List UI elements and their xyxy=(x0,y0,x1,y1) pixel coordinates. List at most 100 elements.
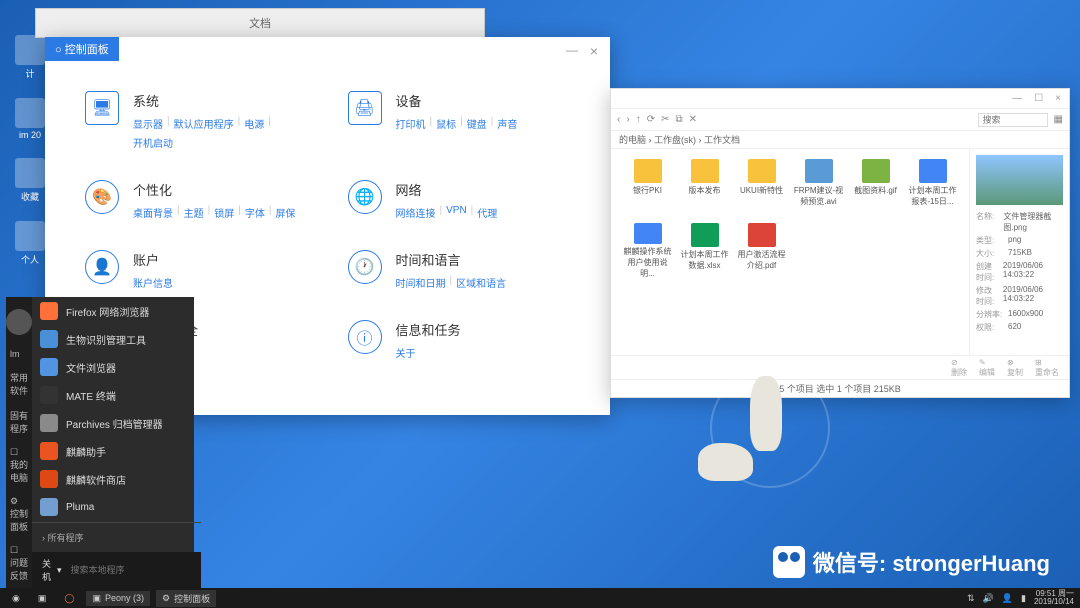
sidebar-item-feedback[interactable]: ☐ 问题反馈 xyxy=(6,539,32,588)
app-icon xyxy=(40,302,58,320)
file-item[interactable]: 银行PKI xyxy=(621,159,674,215)
category-link[interactable]: 显示器 xyxy=(133,116,163,131)
sidebar-item-control[interactable]: ⚙ 控制面板 xyxy=(6,490,32,539)
control-panel-title: ○ 控制面板 xyxy=(45,37,119,61)
start-button[interactable]: ◉ xyxy=(6,591,26,606)
category-1: 🖨设备打印机|鼠标|键盘|声音 xyxy=(348,91,571,150)
category-title: 信息和任务 xyxy=(396,320,461,339)
all-programs[interactable]: › 所有程序 xyxy=(32,522,201,552)
taskbar-app-peony[interactable]: ▣ Peony (3) xyxy=(86,591,150,606)
start-app[interactable]: Parchives 归档管理器 xyxy=(32,409,201,437)
tool-copy[interactable]: ⊗复制 xyxy=(1007,358,1023,378)
file-item[interactable]: 版本发布 xyxy=(678,159,731,215)
tray-volume-icon[interactable]: 🔊 xyxy=(983,593,994,604)
file-item[interactable]: 截图资料.gif xyxy=(849,159,902,215)
category-link[interactable]: 账户信息 xyxy=(133,275,173,290)
start-app[interactable]: 文件浏览器 xyxy=(32,353,201,381)
desktop-icon[interactable]: 计 xyxy=(15,35,45,80)
taskbar-files-icon[interactable]: ▣ xyxy=(32,591,53,606)
tool-rename[interactable]: ⊞重命名 xyxy=(1035,358,1059,378)
delete-icon[interactable]: ✕ xyxy=(689,114,697,125)
start-app[interactable]: Firefox 网络浏览器 xyxy=(32,297,201,325)
desktop-icon[interactable]: 个人 xyxy=(15,221,45,266)
tray-network-icon[interactable]: ⇅ xyxy=(967,593,975,604)
preview-pane: 名称:文件管理器截图.png 类型:png 大小:715KB 创建时间:2019… xyxy=(969,149,1069,355)
category-link[interactable]: 打印机 xyxy=(396,116,426,131)
app-icon xyxy=(40,386,58,404)
category-link[interactable]: 区域和语言 xyxy=(456,275,506,290)
documents-window-titlebar: 文档 xyxy=(35,8,485,38)
category-link[interactable]: 开机启动 xyxy=(133,135,173,150)
category-title: 设备 xyxy=(396,91,518,110)
forward-icon[interactable]: › xyxy=(626,114,629,125)
start-app[interactable]: MATE 终端 xyxy=(32,381,201,409)
category-link[interactable]: 电源 xyxy=(244,116,264,131)
category-link[interactable]: 桌面背景 xyxy=(133,205,173,220)
category-4: 👤账户账户信息 xyxy=(85,250,308,290)
sidebar-item-computer[interactable]: ☐ 我的电脑 xyxy=(6,441,32,490)
view-icon[interactable]: ▦ xyxy=(1054,114,1063,125)
category-link[interactable]: VPN xyxy=(446,205,467,220)
start-app[interactable]: 麒麟软件商店 xyxy=(32,465,201,493)
desktop-icons: 计 im 20 收藏 个人 xyxy=(15,35,45,266)
file-item[interactable]: 计划本周工作报表-15日... xyxy=(906,159,959,215)
tray-battery-icon[interactable]: ▮ xyxy=(1021,593,1026,604)
power-chevron-icon[interactable]: ▾ xyxy=(57,565,62,576)
start-app[interactable]: 生物识别管理工具 xyxy=(32,325,201,353)
sidebar-item-fixed[interactable]: 固有程序 xyxy=(6,403,32,441)
category-title: 系统 xyxy=(133,91,308,110)
back-icon[interactable]: ‹ xyxy=(617,114,620,125)
category-link[interactable]: 声音 xyxy=(497,116,517,131)
taskbar-clock[interactable]: 09:51 周一 2019/10/14 xyxy=(1034,590,1074,606)
copy-icon[interactable]: ⧉ xyxy=(675,114,682,125)
minimize-button[interactable]: — xyxy=(566,43,578,57)
category-link[interactable]: 鼠标 xyxy=(436,116,456,131)
search-input[interactable] xyxy=(978,113,1048,127)
category-icon: 🖨 xyxy=(348,91,382,125)
category-link[interactable]: 网络连接 xyxy=(396,205,436,220)
category-link[interactable]: 键盘 xyxy=(467,116,487,131)
close-button[interactable]: × xyxy=(590,43,598,59)
category-link[interactable]: 字体 xyxy=(245,205,265,220)
user-avatar[interactable] xyxy=(6,309,32,335)
file-item[interactable]: 麒麟操作系统用户使用说明... xyxy=(621,223,674,279)
power-button[interactable]: 关机 xyxy=(42,557,51,583)
category-link[interactable]: 关于 xyxy=(396,345,416,360)
start-menu: lm 常用软件 固有程序 ☐ 我的电脑 ⚙ 控制面板 ☐ 问题反馈 Firefo… xyxy=(6,297,194,588)
taskbar-app-control[interactable]: ⚙ 控制面板 xyxy=(156,590,216,607)
category-link[interactable]: 屏保 xyxy=(275,205,295,220)
desktop-icon[interactable]: im 20 xyxy=(15,98,45,140)
tool-delete[interactable]: ⊘删除 xyxy=(951,358,967,378)
file-item[interactable]: UKUI新特性 xyxy=(735,159,788,215)
start-app[interactable]: Pluma xyxy=(32,493,201,521)
up-icon[interactable]: ↑ xyxy=(636,114,641,125)
category-link[interactable]: 代理 xyxy=(477,205,497,220)
tray-user-icon[interactable]: 👤 xyxy=(1002,593,1013,604)
file-item[interactable]: 计划本周工作数据.xlsx xyxy=(678,223,731,279)
start-app[interactable]: 麒麟助手 xyxy=(32,437,201,465)
taskbar: ◉ ▣ ◯ ▣ Peony (3) ⚙ 控制面板 ⇅ 🔊 👤 ▮ 09:51 周… xyxy=(0,588,1080,608)
category-link[interactable]: 时间和日期 xyxy=(396,275,446,290)
refresh-icon[interactable]: ⟳ xyxy=(647,114,655,125)
file-item[interactable]: 用户激活流程介绍.pdf xyxy=(735,223,788,279)
category-link[interactable]: 锁屏 xyxy=(214,205,234,220)
breadcrumb[interactable]: 的电脑 › 工作盘(sk) › 工作文档 xyxy=(611,131,1069,149)
close-icon[interactable]: × xyxy=(1055,93,1061,104)
start-search-input[interactable] xyxy=(68,562,191,578)
wallpaper-art xyxy=(680,368,860,508)
file-item[interactable]: FRPM建议-视频预览.avi xyxy=(792,159,845,215)
file-grid: 银行PKI版本发布UKUI新特性FRPM建议-视频预览.avi截图资料.gif计… xyxy=(611,149,969,355)
taskbar-firefox-icon[interactable]: ◯ xyxy=(58,591,80,606)
category-link[interactable]: 默认应用程序 xyxy=(174,116,234,131)
tool-edit[interactable]: ✎编辑 xyxy=(979,358,995,378)
category-link[interactable]: 主题 xyxy=(184,205,204,220)
cut-icon[interactable]: ✂ xyxy=(661,114,669,125)
sidebar-item-common[interactable]: 常用软件 xyxy=(6,365,32,403)
desktop-icon[interactable]: 收藏 xyxy=(15,158,45,203)
fm-toolbar: ‹ › ↑ ⟳ ✂ ⧉ ✕ ▦ xyxy=(611,109,1069,131)
app-icon xyxy=(40,414,58,432)
maximize-icon[interactable]: ☐ xyxy=(1034,93,1043,104)
minimize-icon[interactable]: — xyxy=(1012,93,1022,104)
xls-icon xyxy=(691,223,719,247)
user-name[interactable]: lm xyxy=(6,343,32,365)
